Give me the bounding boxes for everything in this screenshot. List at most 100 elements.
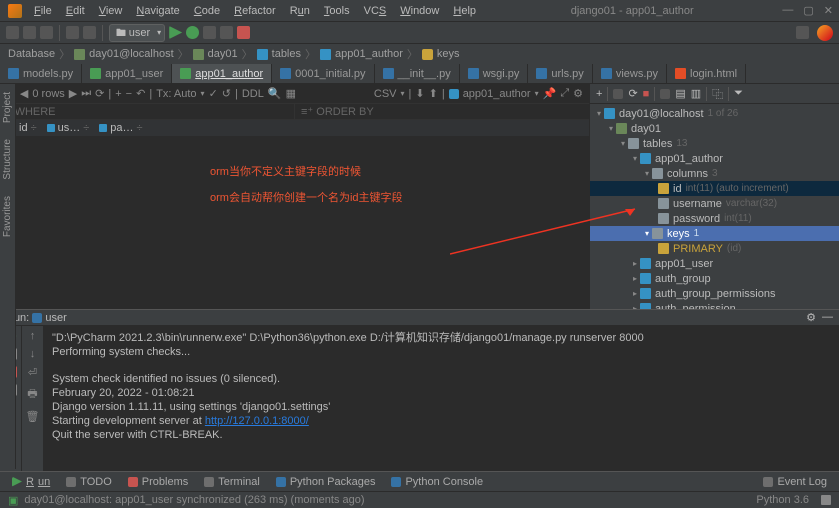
tree-table-auth_group[interactable]: ▸auth_group [590,271,839,286]
scroll-up-icon[interactable]: ↑ [30,330,36,342]
run-icon[interactable] [169,26,182,39]
remove-row-icon[interactable]: − [126,88,132,100]
db-filter-icon[interactable]: ⏷ [734,87,743,100]
menu-navigate[interactable]: Navigate [130,3,185,19]
schema-name[interactable]: app01_author [463,88,531,100]
tab-models.py[interactable]: models.py [0,64,82,83]
menu-run[interactable]: Run [284,3,316,19]
menu-edit[interactable]: Edit [60,3,91,19]
close-icon[interactable]: ✕ [824,4,833,17]
db-jump-icon[interactable]: ▤ [675,87,685,100]
print-icon[interactable]: 🖶 [27,385,37,404]
crumb-table[interactable]: app01_author [320,48,403,60]
menu-code[interactable]: Code [188,3,226,19]
col-password[interactable]: pa…÷ [99,122,142,134]
menu-tools[interactable]: Tools [318,3,356,19]
open-icon[interactable] [6,26,19,39]
run-hide-icon[interactable]: — [822,311,833,324]
redo-icon[interactable] [83,26,96,39]
tab-event-log[interactable]: Event Log [757,474,833,490]
maximize-icon[interactable]: ▢ [803,4,813,17]
search-data-icon[interactable]: 🔍 [268,87,282,100]
menu-help[interactable]: Help [447,3,482,19]
scroll-down-icon[interactable]: ↓ [30,348,36,360]
commit-icon[interactable]: ✓ [209,87,218,100]
tab-python-console[interactable]: Python Console [385,474,489,490]
crumb-keys[interactable]: keys [422,48,460,60]
tab-terminal[interactable]: Terminal [198,474,266,490]
strip-structure[interactable]: Structure [2,131,13,188]
tx-mode[interactable]: Tx: Auto [156,88,196,100]
tab-__init__.py[interactable]: __init__.py [375,64,460,83]
profile-icon[interactable] [220,26,233,39]
run-gear-icon[interactable]: ⚙ [806,311,816,324]
prev-page-icon[interactable]: ◀ [20,87,28,100]
menu-file[interactable]: File [28,3,58,19]
orderby-filter[interactable]: ≡⁺ ORDER BY [294,104,589,119]
tab-python-packages[interactable]: Python Packages [270,474,382,490]
menu-refactor[interactable]: Refactor [228,3,282,19]
add-datasource-icon[interactable]: + [596,88,602,100]
tab-app01_author[interactable]: app01_author [172,64,272,83]
stop-ds-icon[interactable]: ■ [643,88,650,100]
where-filter[interactable]: ▾ WHERE [0,104,294,119]
pin-icon[interactable]: 📌 [543,87,557,100]
db-split-icon[interactable]: ▥ [691,87,701,100]
lock-icon[interactable] [821,495,831,505]
db-er-icon[interactable]: ⿻ [712,86,723,102]
minimize-icon[interactable]: — [782,4,793,17]
menu-vcs[interactable]: VCS [358,3,393,19]
tab-wsgi.py[interactable]: wsgi.py [460,64,529,83]
avatar[interactable] [817,25,833,41]
console-output[interactable]: "D:\PyCharm 2021.2.3\bin\runnerw.exe" D:… [44,326,839,471]
refresh-icon[interactable] [40,26,53,39]
add-row-icon[interactable]: + [115,88,121,100]
menu-view[interactable]: View [93,3,129,19]
tree-table-auth_permission[interactable]: ▸auth_permission [590,301,839,309]
refresh-ds-icon[interactable]: ⟳ [628,87,637,100]
coverage-icon[interactable] [203,26,216,39]
strip-favorites[interactable]: Favorites [2,188,13,245]
next-page-icon[interactable]: ▶ [69,87,77,100]
tree-table-auth_group_permissions[interactable]: ▸auth_group_permissions [590,286,839,301]
last-page-icon[interactable]: ⏭ [81,87,91,100]
db-tb-ic2[interactable] [660,89,670,99]
tab-login.html[interactable]: login.html [667,64,746,83]
stop-icon[interactable] [237,26,250,39]
rollback-icon[interactable]: ↺ [222,87,231,100]
crumb-schema[interactable]: day01 [193,48,238,60]
strip-project[interactable]: Project [2,84,13,131]
tab-app01_user[interactable]: app01_user [82,64,172,83]
python-interpreter[interactable]: Python 3.6 [756,494,809,506]
expand-icon[interactable]: ⤢ [560,87,569,100]
debug-icon[interactable] [186,26,199,39]
run-config-combo[interactable]: 🖿 user [109,24,165,42]
col-username[interactable]: us…÷ [47,122,90,134]
db-tb-ic1[interactable] [613,89,623,99]
undo-icon[interactable] [66,26,79,39]
tab-urls.py[interactable]: urls.py [528,64,592,83]
upload-icon[interactable]: ⬆ [429,87,438,100]
server-url-link[interactable]: http://127.0.0.1:8000/ [205,415,309,427]
revert-icon[interactable]: ↶ [136,87,145,100]
crumb-tables[interactable]: tables [257,48,301,60]
export-csv[interactable]: CSV [374,88,397,100]
db-tree[interactable]: ▾day01@localhost1 of 26 ▾day01 ▾tables13… [590,104,839,309]
menu-window[interactable]: Window [394,3,445,19]
tab-0001_initial.py[interactable]: 0001_initial.py [272,64,374,83]
download-icon[interactable]: ⬇ [415,87,424,100]
tab-views.py[interactable]: views.py [593,64,667,83]
ddl-button[interactable]: DDL [242,88,264,100]
crumb-database[interactable]: Database [8,48,55,60]
search-icon[interactable] [796,26,809,39]
soft-wrap-icon[interactable]: ⏎ [28,366,37,379]
reload-icon[interactable]: ⟳ [95,87,104,100]
tree-table-app01_user[interactable]: ▸app01_user [590,256,839,271]
settings-icon[interactable]: ⚙ [573,87,583,100]
tab-problems[interactable]: Problems [122,474,194,490]
save-icon[interactable] [23,26,36,39]
crumb-datasource[interactable]: day01@localhost [74,48,174,60]
tab-run[interactable]: Run [6,474,56,490]
view-icon[interactable]: ▦ [286,87,296,100]
clear-icon[interactable]: 🗑 [26,410,40,423]
